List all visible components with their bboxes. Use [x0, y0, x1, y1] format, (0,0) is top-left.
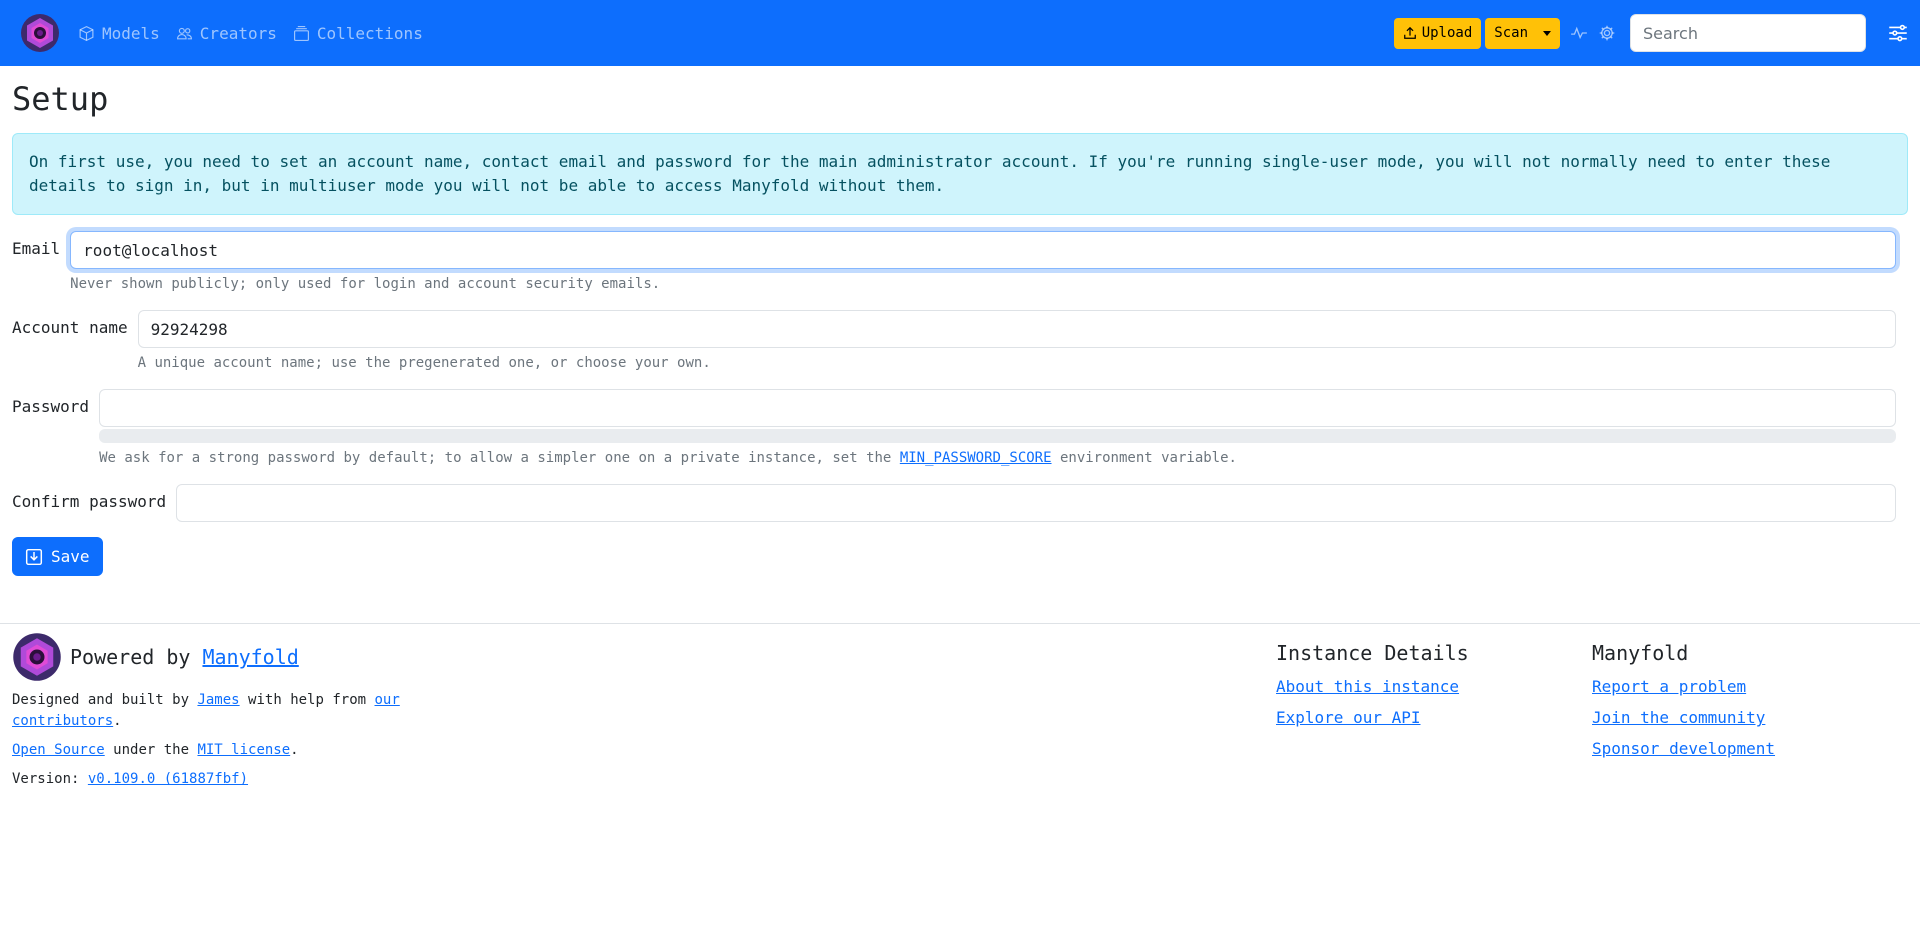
designed-by-text: Designed and built by [12, 692, 190, 709]
period: . [113, 713, 122, 730]
account-name-label: Account name [12, 318, 128, 338]
min-password-score-link[interactable]: MIN_PASSWORD_SCORE [900, 450, 1052, 466]
nav-collections-label: Collections [316, 23, 423, 43]
page-title: Setup [12, 80, 109, 118]
password-help-before: We ask for a strong password by default;… [99, 450, 892, 467]
save-label: Save [51, 547, 90, 567]
account-name-help: A unique account name; use the pregenera… [137, 355, 711, 372]
version-label: Version: [12, 771, 80, 788]
designed-by: Designed and built by James with help fr… [12, 690, 412, 732]
footer: Powered by Manyfold Designed and built b… [0, 623, 1920, 790]
period: . [290, 742, 299, 759]
footer-about: Powered by Manyfold Designed and built b… [12, 632, 1276, 790]
nav-collections[interactable]: Collections [293, 24, 423, 43]
under-the-text: under the [113, 742, 190, 759]
save-button[interactable]: Save [12, 537, 103, 577]
search-input[interactable] [1630, 14, 1866, 52]
upload-label: Upload [1421, 25, 1473, 41]
email-label: Email [12, 239, 61, 259]
email-field[interactable] [70, 231, 1896, 270]
manyfold-link[interactable]: Manyfold [202, 645, 298, 669]
save-icon [25, 548, 43, 565]
manyfold-logo [13, 633, 61, 682]
nav-creators[interactable]: Creators [176, 24, 277, 43]
account-row: Account name A unique account name; use … [12, 310, 1908, 373]
sponsor-link[interactable]: Sponsor development [1592, 739, 1908, 758]
navbar: Models Creators Collections Upload Scan [0, 0, 1920, 66]
password-help: We ask for a strong password by default;… [99, 448, 1896, 468]
email-help: Never shown publicly; only used for logi… [70, 276, 661, 293]
confirm-row: Confirm password [12, 484, 1908, 523]
password-field[interactable] [99, 389, 1896, 428]
scan-dropdown-button[interactable]: Scan [1485, 17, 1560, 49]
sliders-icon[interactable] [1888, 23, 1908, 43]
version-link[interactable]: v0.109.0 (61887fbf) [88, 771, 248, 787]
main-content: Setup On first use, you need to set an a… [0, 80, 1920, 577]
info-alert: On first use, you need to set an account… [12, 133, 1908, 216]
nav-creators-label: Creators [199, 23, 277, 43]
nav-models[interactable]: Models [78, 24, 160, 43]
password-help-after: environment variable. [1059, 450, 1237, 467]
instance-details-heading: Instance Details [1276, 641, 1469, 666]
powered-by-text: Powered by [70, 645, 191, 670]
license-line: Open Source under the MIT license. [12, 740, 1276, 761]
about-instance-link[interactable]: About this instance [1276, 677, 1592, 696]
upload-button[interactable]: Upload [1393, 17, 1482, 49]
manyfold-links: Manyfold Report a problem Join the commu… [1592, 632, 1908, 790]
gear-icon[interactable] [1598, 24, 1616, 42]
version-line: Version: v0.109.0 (61887fbf) [12, 769, 1276, 790]
box-icon [79, 25, 94, 41]
upload-icon [1403, 26, 1416, 39]
activity-icon[interactable] [1570, 24, 1588, 42]
chevron-down-icon [1543, 30, 1551, 36]
people-icon [176, 27, 192, 39]
instance-details: Instance Details About this instance Exp… [1276, 632, 1592, 790]
explore-api-link[interactable]: Explore our API [1276, 708, 1592, 727]
scan-label: Scan [1494, 25, 1528, 41]
nav-models-label: Models [102, 23, 160, 43]
confirm-password-label: Confirm password [12, 492, 167, 512]
password-label: Password [12, 397, 90, 417]
password-strength-meter [99, 429, 1896, 444]
join-community-link[interactable]: Join the community [1592, 708, 1908, 727]
open-source-link[interactable]: Open Source [12, 742, 105, 758]
account-name-field[interactable] [137, 310, 1896, 349]
manyfold-heading: Manyfold [1592, 641, 1689, 666]
manyfold-logo[interactable] [20, 13, 60, 53]
powered-by: Powered by Manyfold [12, 632, 1276, 682]
setup-form: Email Never shown publicly; only used fo… [12, 231, 1908, 577]
confirm-password-field[interactable] [176, 484, 1896, 523]
collection-icon [293, 25, 309, 41]
report-problem-link[interactable]: Report a problem [1592, 677, 1908, 696]
james-link[interactable]: James [197, 692, 239, 708]
with-help-text: with help from [248, 692, 367, 709]
password-row: Password We ask for a strong password by… [12, 389, 1908, 468]
mit-license-link[interactable]: MIT license [197, 742, 290, 758]
email-row: Email Never shown publicly; only used fo… [12, 231, 1908, 294]
main-nav: Models Creators Collections [78, 24, 439, 43]
